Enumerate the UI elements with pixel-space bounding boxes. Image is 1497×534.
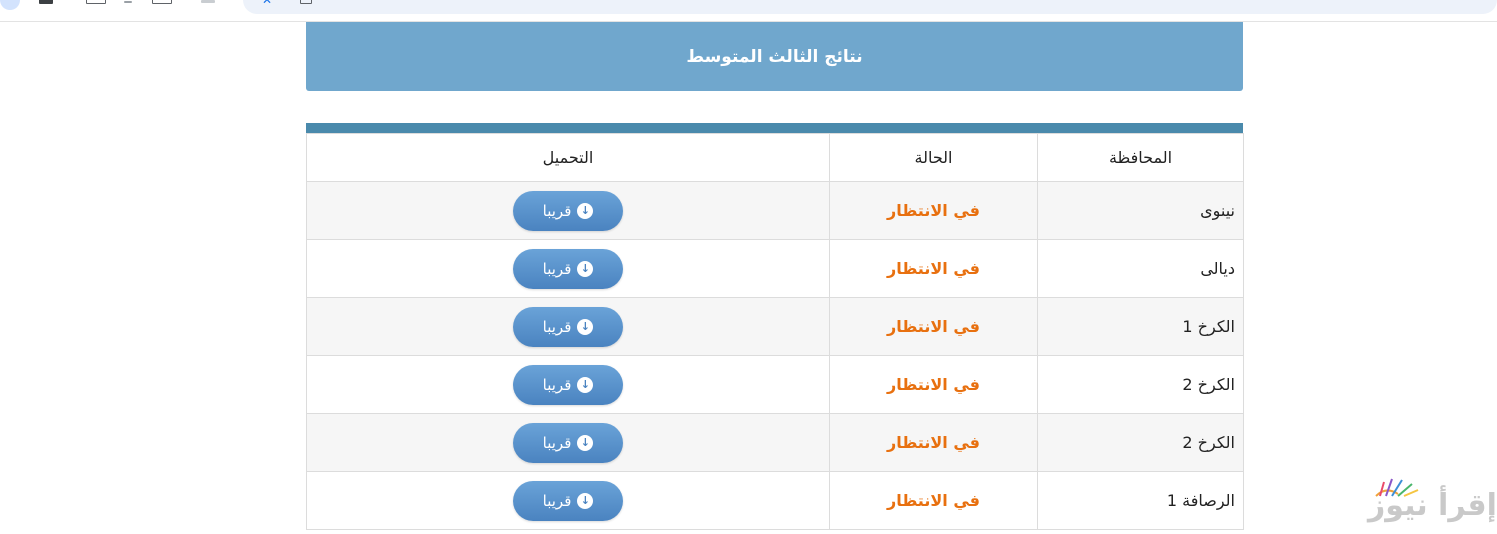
column-header-status: الحالة: [829, 133, 1038, 182]
governorate-cell: الكرخ 2: [1037, 413, 1244, 472]
column-header-governorate: المحافظة: [1037, 133, 1244, 182]
table-row: الكرخ 2 في الانتظار ↓ قريبا: [306, 413, 1244, 472]
status-cell: في الانتظار: [829, 471, 1038, 530]
table-row: الكرخ 2 في الانتظار ↓ قريبا: [306, 355, 1244, 414]
download-button[interactable]: ↓ قريبا: [513, 364, 623, 405]
governorate-cell: ديالى: [1037, 239, 1244, 298]
page-info-icon[interactable]: [300, 0, 312, 4]
download-circle-icon: ↓: [577, 492, 594, 509]
table-row: الكرخ 1 في الانتظار ↓ قريبا: [306, 297, 1244, 356]
page-title: نتائج الثالث المتوسط: [686, 46, 863, 67]
table-row: نينوى في الانتظار ↓ قريبا: [306, 181, 1244, 240]
profile-icon[interactable]: [0, 0, 20, 10]
governorate-cell: الكرخ 2: [1037, 355, 1244, 414]
download-button[interactable]: ↓ قريبا: [513, 190, 623, 231]
download-button-label: قريبا: [542, 201, 572, 220]
download-circle-icon: ↓: [577, 434, 594, 451]
bookmark-icon[interactable]: [201, 0, 215, 3]
address-bar[interactable]: [243, 0, 1497, 14]
download-button-label: قريبا: [542, 433, 572, 452]
download-button[interactable]: ↓ قريبا: [513, 422, 623, 463]
table-top-border: [306, 123, 1243, 133]
download-cell: ↓ قريبا: [306, 181, 830, 240]
download-button-label: قريبا: [542, 375, 572, 394]
download-circle-icon: ↓: [577, 202, 594, 219]
page-header: نتائج الثالث المتوسط: [306, 22, 1243, 91]
extension-icon[interactable]: [39, 0, 53, 4]
governorate-cell: الرصافة 1: [1037, 471, 1244, 530]
download-button-label: قريبا: [542, 317, 572, 336]
status-cell: في الانتظار: [829, 355, 1038, 414]
download-cell: ↓ قريبا: [306, 239, 830, 298]
browser-toolbar: ✕: [0, 0, 1497, 22]
governorate-cell: نينوى: [1037, 181, 1244, 240]
window-icon[interactable]: [152, 0, 172, 4]
download-cell: ↓ قريبا: [306, 355, 830, 414]
download-circle-icon: ↓: [577, 260, 594, 277]
site-watermark: إقرأ نيوز: [1364, 474, 1497, 524]
watermark-text: إقرأ نيوز: [1368, 488, 1497, 523]
download-cell: ↓ قريبا: [306, 471, 830, 530]
download-button[interactable]: ↓ قريبا: [513, 480, 623, 521]
table-header-row: المحافظة الحالة التحميل: [306, 133, 1244, 182]
status-cell: في الانتظار: [829, 239, 1038, 298]
results-table: المحافظة الحالة التحميل نينوى في الانتظا…: [306, 133, 1244, 530]
column-header-download: التحميل: [306, 133, 830, 182]
download-cell: ↓ قريبا: [306, 413, 830, 472]
separator-icon: [124, 1, 132, 3]
table-row: الرصافة 1 في الانتظار ↓ قريبا: [306, 471, 1244, 530]
download-button-label: قريبا: [542, 491, 572, 510]
status-cell: في الانتظار: [829, 181, 1038, 240]
download-cell: ↓ قريبا: [306, 297, 830, 356]
status-cell: في الانتظار: [829, 413, 1038, 472]
download-button-label: قريبا: [542, 259, 572, 278]
governorate-cell: الكرخ 1: [1037, 297, 1244, 356]
download-circle-icon: ↓: [577, 376, 594, 393]
download-circle-icon: ↓: [577, 318, 594, 335]
table-row: ديالى في الانتظار ↓ قريبا: [306, 239, 1244, 298]
status-cell: في الانتظار: [829, 297, 1038, 356]
download-button[interactable]: ↓ قريبا: [513, 248, 623, 289]
tab-icon[interactable]: [86, 0, 106, 4]
download-button[interactable]: ↓ قريبا: [513, 306, 623, 347]
close-icon[interactable]: ✕: [262, 0, 278, 6]
